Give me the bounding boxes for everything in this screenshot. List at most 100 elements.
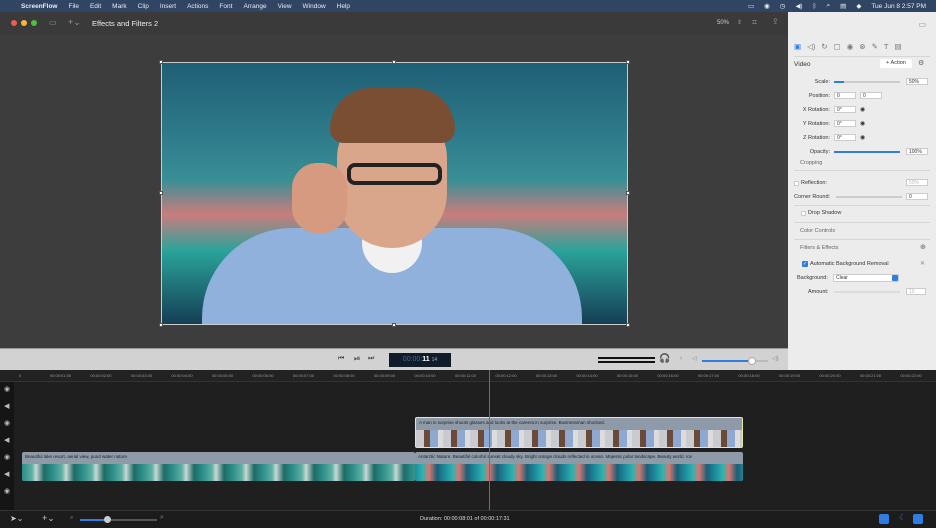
z-rotation-dial-icon[interactable]: ◉ [860, 134, 865, 141]
amount-field[interactable]: 10 [906, 288, 926, 295]
menu-mark[interactable]: Mark [112, 3, 126, 10]
resize-handle[interactable] [159, 191, 163, 195]
action-button[interactable]: + Action [880, 59, 912, 68]
settings-gear-icon[interactable]: ⚙ [918, 59, 924, 67]
x-rotation-dial-icon[interactable]: ◉ [860, 106, 865, 113]
track-visibility-icon[interactable]: ◉ [4, 487, 10, 495]
pointer-tool-icon[interactable]: ➤⌄ [10, 514, 23, 523]
minimize-button[interactable] [21, 20, 27, 26]
fast-forward-button[interactable]: ⏭ [368, 355, 374, 363]
menu-actions[interactable]: Actions [187, 3, 208, 10]
snap-button[interactable] [879, 514, 889, 524]
menu-font[interactable]: Font [219, 3, 232, 10]
resize-handle[interactable] [626, 191, 630, 195]
close-button[interactable] [11, 20, 17, 26]
volume-icon[interactable]: ◀) [795, 2, 802, 10]
expand-chevron-icon[interactable]: › [680, 355, 682, 362]
screen-tab-icon[interactable]: ▢ [834, 42, 841, 51]
menu-window[interactable]: Window [303, 3, 326, 10]
track-visibility-icon[interactable]: ◉ [4, 419, 10, 427]
playhead[interactable] [489, 370, 490, 510]
resize-handle[interactable] [159, 60, 163, 64]
spotlight-icon[interactable]: ⌕ [827, 2, 831, 10]
z-rotation-field[interactable]: 0° [834, 134, 856, 141]
track-audio-icon[interactable]: ◀ [4, 470, 9, 478]
crop-icon[interactable]: ⌗ [752, 17, 757, 28]
x-rotation-field[interactable]: 0° [834, 106, 856, 113]
ripple-button[interactable]: ☾ [899, 513, 906, 522]
resize-handle[interactable] [392, 323, 396, 327]
position-x-field[interactable]: 0 [834, 92, 856, 99]
menu-clip[interactable]: Clip [138, 3, 149, 10]
clock[interactable]: Tue Jun 8 2:57 PM [871, 3, 926, 10]
screenflow-status-icon[interactable]: ◉ [764, 2, 770, 10]
zoom-button[interactable] [31, 20, 37, 26]
callout-tab-icon[interactable]: ◉ [847, 42, 854, 51]
audio-waveform-button[interactable] [913, 514, 923, 524]
y-rotation-field[interactable]: 0° [834, 120, 856, 127]
menu-arrange[interactable]: Arrange [243, 3, 266, 10]
filters-effects-section[interactable]: Filters & Effects [800, 245, 838, 251]
menu-file[interactable]: File [68, 3, 78, 10]
drop-shadow-checkbox[interactable] [801, 211, 806, 216]
resize-handle[interactable] [626, 60, 630, 64]
reflection-field[interactable]: 50% [906, 179, 928, 186]
track-visibility-icon[interactable]: ◉ [4, 453, 10, 461]
timeline-clip-antarctic[interactable]: Antarctic Nature. Beautiful colorful sun… [415, 452, 743, 481]
corner-round-field[interactable]: 0 [906, 193, 928, 200]
resize-handle[interactable] [626, 323, 630, 327]
motion-tab-icon[interactable]: ↻ [821, 42, 827, 51]
video-preview[interactable] [161, 62, 628, 325]
text-tab-icon[interactable]: T [884, 42, 889, 51]
bluetooth-icon[interactable]: ᛒ [813, 3, 817, 10]
timeline-zoom-slider[interactable] [80, 516, 157, 523]
track-audio-icon[interactable]: ◀ [4, 402, 9, 410]
filter-enabled-checkbox[interactable]: ✓ [802, 261, 808, 267]
menu-app[interactable]: ScreenFlow [21, 3, 57, 10]
zoom-out-icon[interactable]: ⌕ [70, 515, 73, 522]
menu-edit[interactable]: Edit [90, 3, 101, 10]
add-media-button[interactable]: +⌄ [68, 17, 81, 28]
headphones-icon[interactable]: 🎧 [659, 353, 670, 364]
touch-tab-icon[interactable]: ⊗ [859, 42, 865, 51]
cropping-section[interactable]: Cropping [800, 160, 822, 166]
siri-icon[interactable]: ◆ [856, 2, 861, 10]
control-center-icon[interactable]: ▤ [840, 2, 846, 10]
resize-handle[interactable] [392, 60, 396, 64]
timeline-clip-man[interactable]: A man in surprise shoots glasses and loo… [415, 417, 743, 448]
rewind-button[interactable]: ⏮ [338, 355, 344, 363]
play-pause-button[interactable]: ⏯ [354, 354, 360, 364]
inspector-toggle-icon[interactable]: ▭ [918, 20, 926, 29]
time-machine-icon[interactable]: ◷ [780, 2, 786, 10]
add-track-icon[interactable]: +⌄ [42, 513, 55, 524]
screen-record-icon[interactable]: ▭ [748, 2, 754, 10]
audio-tab-icon[interactable]: ◁) [807, 42, 815, 51]
remove-filter-icon[interactable]: ✕ [920, 260, 925, 267]
add-filter-icon[interactable]: ⊕ [920, 243, 926, 251]
opacity-slider[interactable] [834, 151, 900, 153]
zoom-in-icon[interactable]: ⌕ [160, 514, 164, 522]
track-visibility-icon[interactable]: ◉ [4, 385, 10, 393]
reflection-checkbox[interactable] [794, 181, 799, 186]
timeline-ruler[interactable]: 0 00:00:01:00 00:00:02:00 00:00:03:00 00:00:… [0, 370, 936, 382]
video-tab-icon[interactable]: ▣ [794, 42, 801, 51]
menu-help[interactable]: Help [337, 3, 350, 10]
scale-slider[interactable] [834, 81, 900, 83]
opacity-field[interactable]: 100% [906, 148, 928, 155]
sidebar-toggle-icon[interactable]: ▭ [49, 18, 57, 27]
corner-round-slider[interactable] [836, 196, 902, 198]
volume-slider[interactable] [702, 357, 768, 365]
media-tab-icon[interactable]: ▤ [894, 42, 901, 51]
annotation-tab-icon[interactable]: ✎ [872, 42, 878, 51]
menu-view[interactable]: View [278, 3, 292, 10]
resize-handle[interactable] [159, 323, 163, 327]
y-rotation-dial-icon[interactable]: ◉ [860, 120, 865, 127]
background-select[interactable]: Clear [833, 274, 899, 282]
zoom-stepper-icon[interactable]: ⇕ [737, 19, 742, 26]
menu-insert[interactable]: Insert [160, 3, 176, 10]
zoom-level-select[interactable]: 50% [717, 20, 729, 26]
scale-field[interactable]: 50% [906, 78, 928, 85]
color-controls-section[interactable]: Color Controls [800, 228, 835, 234]
track-audio-icon[interactable]: ◀ [4, 436, 9, 444]
position-y-field[interactable]: 0 [860, 92, 882, 99]
